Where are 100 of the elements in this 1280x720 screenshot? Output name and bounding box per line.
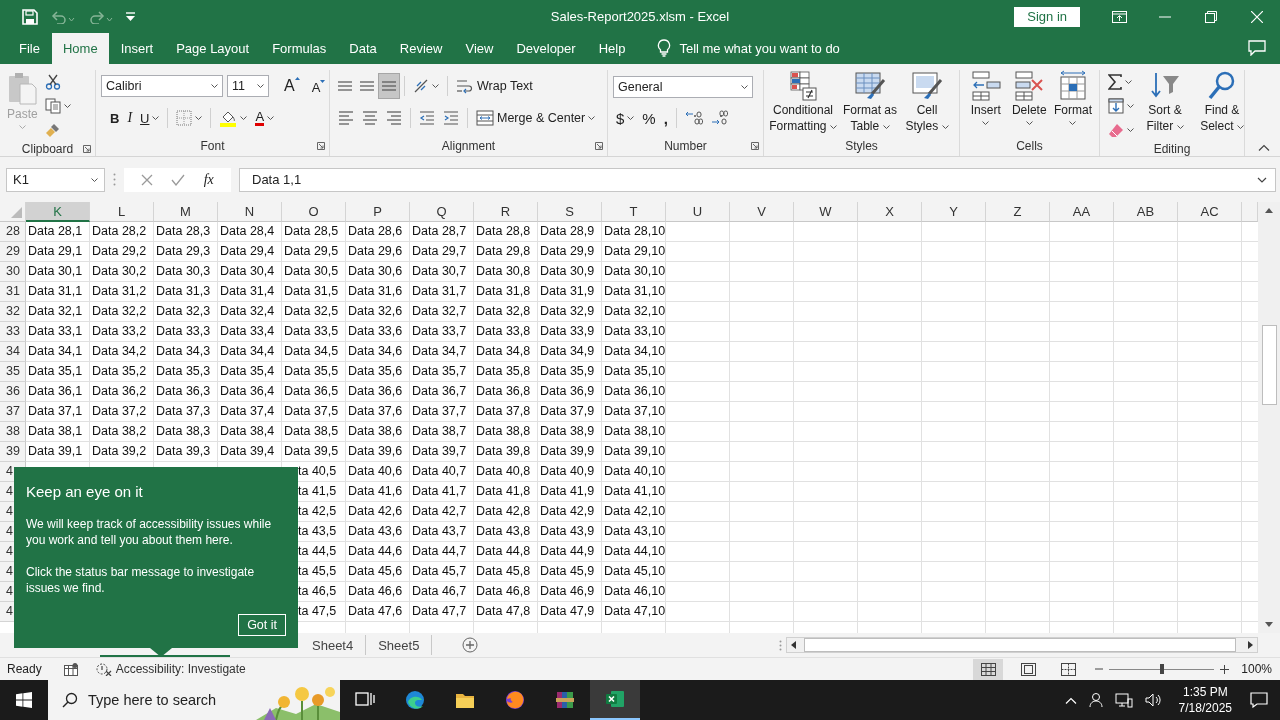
chevron-up-icon[interactable] [1064,696,1077,704]
column-header[interactable]: Y [922,202,986,222]
ribbon-display-icon[interactable] [1111,10,1127,23]
clock-date[interactable]: 7/18/2025 [1178,700,1232,716]
start-icon[interactable] [16,692,32,708]
row-header[interactable]: 32 [0,302,26,322]
got-it-button[interactable]: Got it [238,614,286,636]
scroll-thumb[interactable] [1261,325,1277,405]
column-header[interactable]: W [794,202,858,222]
insert-function-button[interactable]: fx [203,171,214,188]
row-header[interactable]: 28 [0,222,26,242]
ribbon-tab[interactable]: View [454,33,505,64]
spreadsheet-app-icon[interactable] [605,689,625,709]
notifications-icon[interactable] [1250,692,1268,708]
accessibility-status[interactable]: Accessibility: Investigate [95,662,246,676]
column-header[interactable]: O [282,202,346,222]
merge-center-button[interactable]: Merge & Center [473,106,599,130]
column-header[interactable]: R [474,202,538,222]
customize-icon[interactable] [126,12,135,21]
browser-swirl-icon[interactable] [405,690,425,710]
column-header[interactable]: AC [1178,202,1242,222]
sort-filter-button[interactable]: Sort & Filter [1139,70,1191,134]
find-select-button[interactable]: Find & Select [1193,70,1251,134]
delete-button[interactable]: Delete [1008,70,1050,128]
search-field[interactable]: Type here to search [48,680,340,720]
column-header[interactable]: X [858,202,922,222]
zoom-in-icon[interactable] [1220,664,1230,674]
undo-icon[interactable] [50,9,76,24]
dialog-launcher-icon[interactable] [83,145,91,153]
row-header[interactable]: 29 [0,242,26,262]
column-header[interactable]: P [346,202,410,222]
currency-button[interactable]: $ [613,106,638,130]
ribbon-tab[interactable]: Formulas [261,33,338,64]
macro-record-icon[interactable] [63,662,78,676]
row-header[interactable]: 37 [0,402,26,422]
ribbon-tab[interactable]: Insert [109,33,165,64]
redo-icon[interactable] [88,9,114,24]
ribbon-tab[interactable]: Review [388,33,454,64]
column-header[interactable]: T [602,202,666,222]
column-header[interactable]: Q [410,202,474,222]
row-header[interactable]: 39 [0,442,26,462]
expand-icon[interactable] [1257,176,1267,183]
ribbon-tab[interactable]: Developer [505,33,587,64]
italic-button[interactable]: I [124,106,136,130]
name-box[interactable]: K1 [6,167,105,192]
sheet-tab[interactable]: Sheet4 [300,635,367,655]
row-header[interactable]: 35 [0,362,26,382]
dialog-launcher-icon[interactable] [317,142,325,150]
font-size-dropdown[interactable]: 11 [227,75,269,97]
column-header[interactable]: S [538,202,602,222]
scroll-thumb[interactable] [804,638,1236,652]
comment-icon[interactable] [1248,40,1266,56]
column-header[interactable]: AB [1114,202,1178,222]
cell-styles-button[interactable]: Cell Styles [900,70,954,134]
row-header[interactable]: 31 [0,282,26,302]
column-header[interactable]: V [730,202,794,222]
column-header[interactable]: M [154,202,218,222]
row-header[interactable]: 33 [0,322,26,342]
speaker-icon[interactable] [1144,692,1163,708]
minimize-icon[interactable] [1159,15,1171,18]
restore-icon[interactable] [1205,10,1217,23]
ribbon-tab[interactable]: File [8,33,51,64]
bold-button[interactable]: B [107,106,123,130]
format-as-table-button[interactable]: Format as Table [841,70,899,134]
increase-font-button[interactable]: A [281,74,303,98]
close-icon[interactable] [1251,10,1263,23]
underline-button[interactable]: U [137,106,163,130]
column-header[interactable]: L [90,202,154,222]
ribbon-tab[interactable]: Page Layout [165,33,261,64]
tell-me-search[interactable]: Tell me what you want to do [679,33,840,64]
format-button[interactable]: Format [1051,70,1094,128]
font-color-button[interactable]: A [252,106,278,130]
column-header[interactable]: K [26,202,90,222]
percent-button[interactable]: % [639,106,659,130]
font-name-dropdown[interactable]: Calibri [101,75,223,97]
number-format-dropdown[interactable]: General [613,76,753,98]
column-header[interactable]: N [218,202,282,222]
horizontal-scrollbar[interactable] [786,637,1258,653]
person-icon[interactable] [1088,692,1103,708]
row-header[interactable]: 38 [0,422,26,442]
row-header[interactable]: 36 [0,382,26,402]
column-header[interactable]: AA [1050,202,1114,222]
zoom-level[interactable]: 100% [1241,662,1272,676]
slider-thumb[interactable] [1159,664,1164,674]
row-header[interactable]: 30 [0,262,26,282]
sign-in-button[interactable]: Sign in [1014,6,1080,27]
column-header[interactable]: Z [986,202,1050,222]
wrap-text-button[interactable]: Wrap Text [453,74,536,98]
lightbulb-icon[interactable] [657,39,672,57]
save-icon[interactable] [22,8,38,25]
ribbon-tab[interactable]: Data [338,33,388,64]
ribbon-tab[interactable]: Help [587,33,637,64]
check-icon[interactable] [171,173,186,186]
row-header[interactable]: 34 [0,342,26,362]
formula-field[interactable]: Data 1,1 [239,167,1276,192]
normal-view-button[interactable] [973,658,1004,680]
collapse-ribbon-icon[interactable] [1258,144,1270,151]
add-sheet-icon[interactable] [462,637,479,653]
comma-style-button[interactable]: , [660,106,671,130]
dialog-launcher-icon[interactable] [751,142,759,150]
